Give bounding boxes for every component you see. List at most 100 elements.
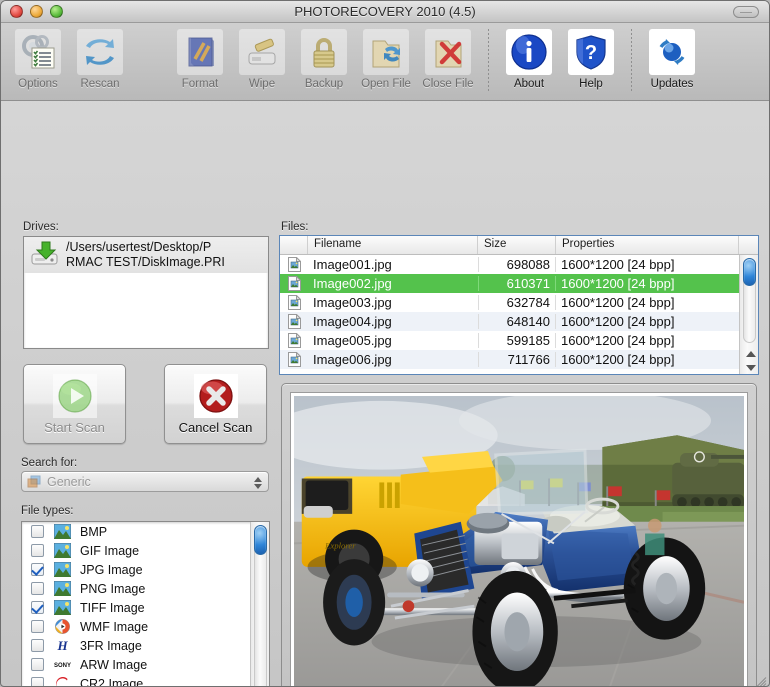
cell-properties: 1600*1200 [24 bpp] (561, 314, 675, 329)
options-gear-list-icon (15, 29, 61, 75)
start-scan-label: Start Scan (44, 419, 105, 435)
column-header-end (739, 236, 758, 254)
cancel-scan-label: Cancel Scan (178, 419, 253, 435)
photo-thumb-icon (53, 523, 72, 540)
cell-properties: 1600*1200 [24 bpp] (561, 333, 675, 348)
file-type-row[interactable]: PNG Image (22, 579, 250, 598)
search-for-value: Generic (47, 474, 91, 489)
files-table-body: Image001.jpg 698088 1600*1200 [24 bpp] Imag… (280, 255, 739, 374)
cell-filename: Image002.jpg (313, 276, 392, 291)
file-thumbnail-icon (280, 352, 308, 367)
cell-size: 632784 (478, 295, 556, 310)
start-scan-button[interactable]: Start Scan (23, 364, 126, 444)
files-scroll-buttons[interactable] (740, 346, 758, 374)
file-type-row[interactable]: GIF Image (22, 541, 250, 560)
toolbar-button-rescan[interactable]: Rescan (69, 27, 131, 90)
toolbar-button-close-file[interactable]: Close File (417, 27, 479, 90)
file-type-row[interactable]: WMF Image (22, 617, 250, 636)
cell-filename: Image003.jpg (313, 295, 392, 310)
toolbar-label-close-file: Close File (422, 78, 474, 90)
drives-list[interactable]: /Users/usertest/Desktop/P RMAC TEST/Disk… (23, 236, 269, 349)
cell-filename: Image006.jpg (313, 352, 392, 367)
toolbar-button-backup[interactable]: Backup (293, 27, 355, 90)
files-table[interactable]: Filename Size Properties Image001.jpg 698… (279, 235, 759, 375)
toolbar-label-open-file: Open File (361, 78, 411, 90)
svg-text:Explorer: Explorer (324, 540, 356, 550)
file-type-label: GIF Image (80, 543, 140, 558)
cell-size: 610371 (478, 276, 556, 291)
toolbar-button-wipe[interactable]: Wipe (231, 27, 293, 90)
column-header-size[interactable]: Size (478, 236, 556, 254)
toolbar-label-about: About (513, 78, 545, 90)
cell-properties: 1600*1200 [24 bpp] (561, 276, 675, 291)
file-thumbnail-icon (280, 314, 308, 329)
table-row[interactable]: Image002.jpg 610371 1600*1200 [24 bpp] (280, 274, 739, 293)
file-types-scroll-thumb[interactable] (254, 525, 267, 555)
cell-properties: 1600*1200 [24 bpp] (561, 295, 675, 310)
toolbar-label-backup: Backup (304, 78, 344, 90)
toolbar-toggle-button[interactable] (733, 6, 759, 18)
toolbar-button-options[interactable]: Options (7, 27, 69, 90)
scroll-down-icon[interactable] (746, 365, 756, 371)
toolbar-button-open-file[interactable]: Open File (355, 27, 417, 90)
column-header-filename[interactable]: Filename (308, 236, 478, 254)
file-thumbnail-icon (280, 333, 308, 348)
photo-thumb-icon (53, 542, 72, 559)
play-circle-icon (52, 373, 97, 418)
files-scroll-thumb[interactable] (743, 258, 756, 286)
folder-open-arrows-icon (363, 29, 409, 75)
folder-close-x-icon (425, 29, 471, 75)
cell-size: 599185 (478, 333, 556, 348)
column-header-icon[interactable] (280, 236, 308, 254)
cell-filename: Image001.jpg (313, 257, 392, 272)
toolbar-label-options: Options (18, 78, 58, 90)
main-content: Drives: /Users/usertest/Desktop/P RMAC T… (1, 101, 769, 686)
wmf-media-icon (54, 619, 71, 634)
file-type-checkbox[interactable] (31, 620, 44, 633)
file-type-checkbox[interactable] (31, 563, 44, 576)
info-circle-icon (506, 29, 552, 75)
search-for-stepper-icon[interactable] (252, 474, 264, 491)
file-type-row[interactable]: JPG Image (22, 560, 250, 579)
drive-list-item[interactable]: /Users/usertest/Desktop/P RMAC TEST/Disk… (24, 237, 268, 273)
file-type-checkbox[interactable] (31, 601, 44, 614)
toolbar-button-updates[interactable]: Updates (641, 27, 703, 90)
search-for-select[interactable]: Generic (21, 471, 269, 492)
column-header-properties[interactable]: Properties (556, 236, 739, 254)
table-row[interactable]: Image003.jpg 632784 1600*1200 [24 bpp] (280, 293, 739, 312)
table-row[interactable]: Image005.jpg 599185 1600*1200 [24 bpp] (280, 331, 739, 350)
cancel-scan-button[interactable]: Cancel Scan (164, 364, 267, 444)
toolbar-button-about[interactable]: About (498, 27, 560, 90)
file-type-row[interactable]: TIFF Image (22, 598, 250, 617)
toolbar-label-rescan: Rescan (80, 78, 120, 90)
file-type-row[interactable]: BMP (22, 522, 250, 541)
table-row[interactable]: Image001.jpg 698088 1600*1200 [24 bpp] (280, 255, 739, 274)
cell-size: 648140 (478, 314, 556, 329)
drive-path: /Users/usertest/Desktop/P RMAC TEST/Disk… (66, 240, 225, 270)
cell-size: 711766 (478, 352, 556, 367)
table-row[interactable]: Image004.jpg 648140 1600*1200 [24 bpp] (280, 312, 739, 331)
files-table-header: Filename Size Properties (280, 236, 758, 255)
resize-grip-icon[interactable] (752, 672, 767, 686)
toolbar-button-help[interactable]: ? Help (560, 27, 622, 90)
file-type-checkbox[interactable] (31, 544, 44, 557)
table-row[interactable]: Image006.jpg 711766 1600*1200 [24 bpp] (280, 350, 739, 369)
status-bar: File count: 26 Current sector 48419 Prog… (1, 643, 769, 686)
file-thumbnail-icon (280, 276, 308, 291)
drive-path-line2: RMAC TEST/DiskImage.PRI (66, 255, 225, 269)
wipe-eraser-drive-icon (239, 29, 285, 75)
cell-properties: 1600*1200 [24 bpp] (561, 352, 675, 367)
toolbar-button-format[interactable]: Format (169, 27, 231, 90)
scroll-up-icon[interactable] (746, 351, 756, 357)
generic-file-icon (27, 475, 42, 489)
files-scrollbar[interactable] (739, 255, 758, 374)
format-disk-icon (177, 29, 223, 75)
cell-properties: 1600*1200 [24 bpp] (561, 257, 675, 272)
toolbar-label-format: Format (181, 78, 219, 90)
main-toolbar: Options Rescan Format Wipe Backup Open F… (1, 23, 769, 101)
cancel-x-circle-icon (193, 373, 238, 418)
file-type-checkbox[interactable] (31, 582, 44, 595)
file-type-checkbox[interactable] (31, 525, 44, 538)
updates-globe-arrows-icon (649, 29, 695, 75)
file-type-label: JPG Image (80, 562, 143, 577)
